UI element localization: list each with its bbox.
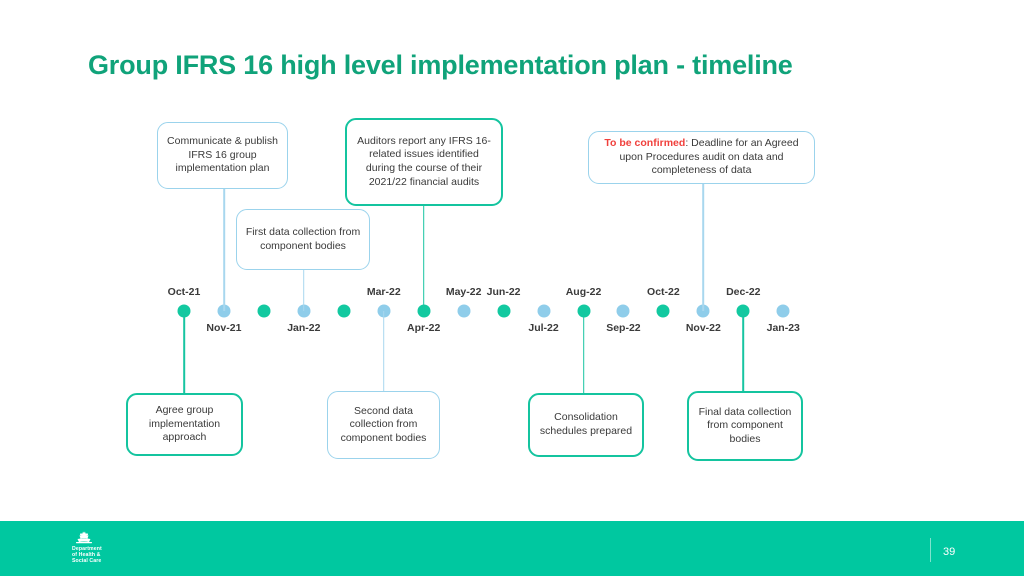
timeline-label-mar-22: Mar-22 — [366, 286, 401, 298]
timeline-dot-dec-21 — [257, 304, 271, 318]
connector-communicate-publish-plan — [223, 189, 225, 311]
callout-second-data-collection[interactable]: Second data collection from component bo… — [327, 391, 440, 459]
callout-text: Auditors report any IFRS 16-related issu… — [357, 134, 491, 188]
callout-text: To be confirmed: Deadline for an Agreed … — [604, 137, 799, 177]
connector-final-data-collection — [742, 311, 745, 391]
dhsc-logo: Department of Health & Social Care — [72, 531, 120, 573]
page-title: Group IFRS 16 high level implementation … — [88, 50, 793, 80]
callout-alert-prefix: To be confirmed — [604, 137, 686, 150]
timeline-label-apr-22: Apr-22 — [407, 322, 441, 334]
callout-text: Consolidation schedules prepared — [539, 411, 633, 437]
timeline-dot-jun-22 — [497, 304, 511, 318]
timeline-label-jun-22: Jun-22 — [486, 286, 521, 298]
royal-crest-icon — [76, 531, 92, 544]
timeline-dot-oct-22 — [656, 304, 670, 318]
connector-first-data-collection — [303, 270, 305, 311]
callout-text: Second data collection from component bo… — [340, 404, 427, 444]
callout-text: Agree group implementation approach — [148, 404, 221, 444]
timeline-label-oct-22: Oct-22 — [647, 286, 680, 298]
timeline-dot-may-22 — [457, 304, 471, 318]
callout-first-data-collection[interactable]: First data collection from component bod… — [236, 209, 370, 270]
timeline-label-nov-21: Nov-21 — [206, 322, 242, 334]
timeline-label-sep-22: Sep-22 — [606, 322, 641, 334]
timeline-label-jan-23: Jan-23 — [766, 322, 800, 334]
timeline-label-jul-22: Jul-22 — [528, 322, 559, 334]
logo-line-3: Social Care — [72, 558, 102, 565]
timeline-label-dec-22: Dec-22 — [726, 286, 761, 298]
callout-text: First data collection from component bod… — [245, 225, 361, 252]
callout-text: Communicate & publish IFRS 16 group impl… — [167, 135, 278, 175]
timeline-label-may-22: May-22 — [445, 286, 482, 298]
callout-auditors-report-issues[interactable]: Auditors report any IFRS 16-related issu… — [345, 118, 503, 206]
callout-consolidation-schedules[interactable]: Consolidation schedules prepared — [528, 393, 644, 457]
connector-auditors-report-issues — [422, 206, 425, 311]
timeline-dot-feb-22 — [337, 304, 351, 318]
callout-text: Final data collection from component bod… — [698, 405, 792, 445]
timeline-label-aug-22: Aug-22 — [565, 286, 602, 298]
timeline-dot-jul-22 — [537, 304, 551, 318]
page-number-divider — [930, 538, 931, 562]
timeline-label-jan-22: Jan-22 — [287, 322, 321, 334]
timeline-label-nov-22: Nov-22 — [685, 322, 721, 334]
timeline-dot-sep-22 — [616, 304, 630, 318]
callout-agree-group-approach[interactable]: Agree group implementation approach — [126, 393, 243, 456]
timeline-dot-jan-23 — [776, 304, 790, 318]
callout-final-data-collection[interactable]: Final data collection from component bod… — [687, 391, 803, 461]
connector-second-data-collection — [382, 311, 385, 391]
connector-consolidation-schedules — [582, 311, 585, 393]
footer-band — [0, 521, 1024, 576]
callout-communicate-publish-plan[interactable]: Communicate & publish IFRS 16 group impl… — [157, 122, 288, 189]
slide-canvas: Group IFRS 16 high level implementation … — [0, 0, 1024, 576]
callout-agreed-upon-procedures-audit[interactable]: To be confirmed: Deadline for an Agreed … — [588, 131, 815, 184]
timeline-label-oct-21: Oct-21 — [167, 286, 201, 298]
connector-agreed-upon-procedures-audit — [702, 184, 705, 311]
page-number: 39 — [943, 546, 956, 558]
connector-agree-group-approach — [183, 311, 185, 393]
